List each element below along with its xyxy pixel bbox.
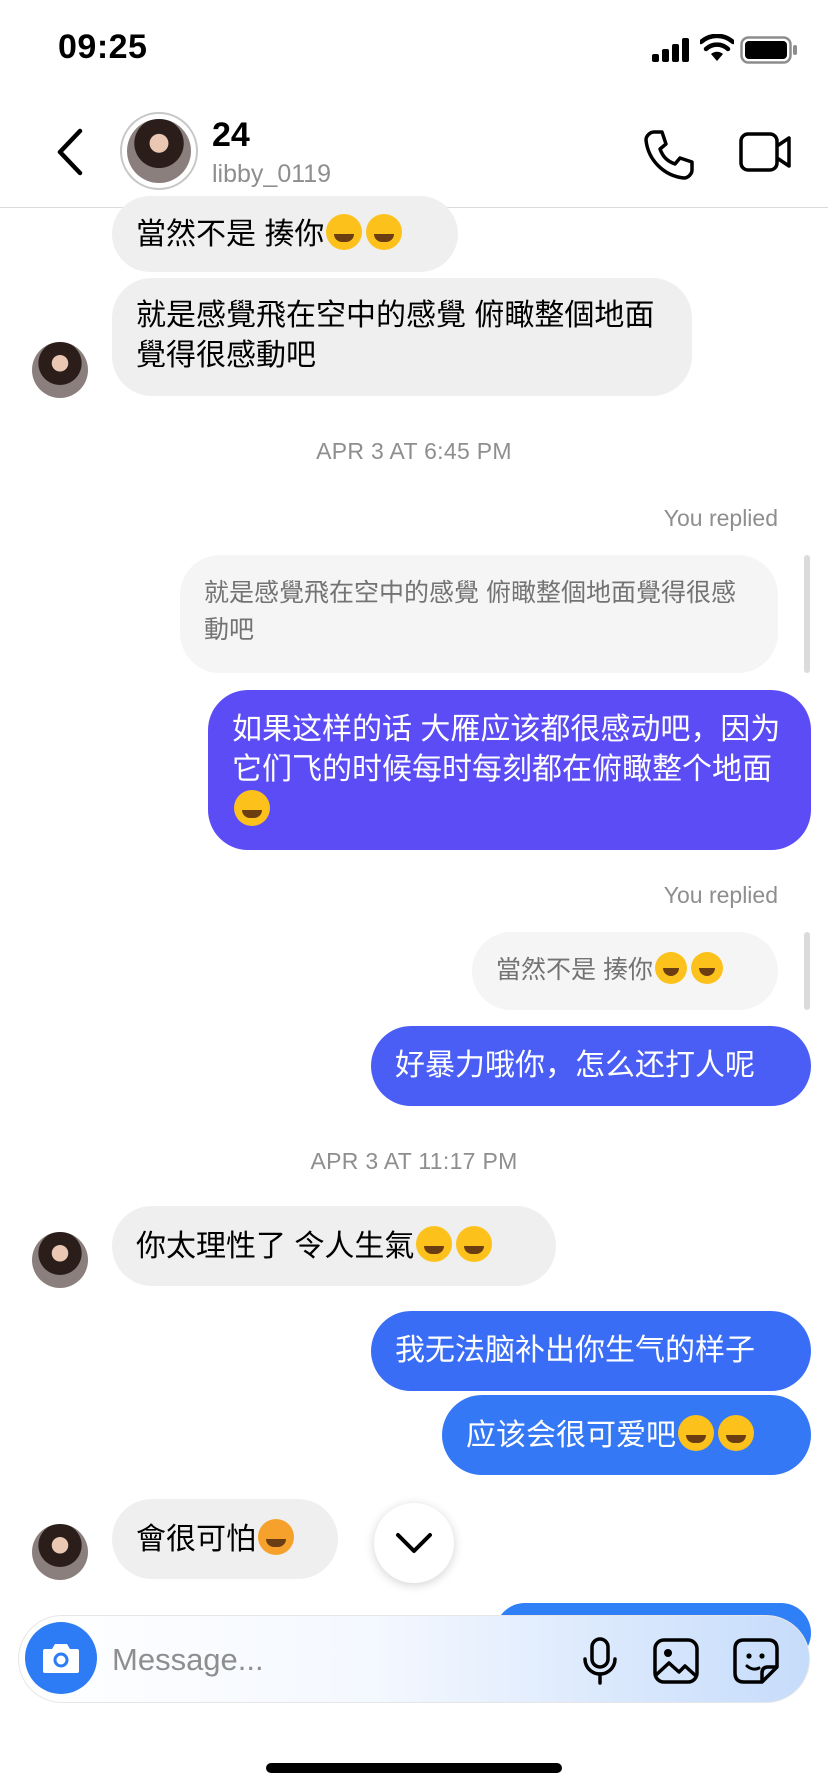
timestamp: APR 3 AT 6:45 PM [316,438,512,464]
contact-avatar[interactable] [120,112,198,190]
video-camera-icon[interactable] [738,124,792,180]
outgoing-message[interactable]: 好暴力哦你，怎么还打人呢 [371,1026,811,1106]
incoming-message[interactable]: 你太理性了 令人生氣 [112,1206,556,1286]
contact-name[interactable]: 24 [212,116,250,155]
microphone-icon[interactable] [580,1636,620,1686]
message-text: 我无法脑补出你生气的样子 [395,1334,755,1367]
signal-icon [652,38,689,62]
incoming-message[interactable]: 當然不是 揍你 [112,196,458,272]
camera-button[interactable] [25,1622,97,1694]
laughing-emoji-icon [366,214,403,250]
laughing-emoji-icon [416,1226,453,1262]
quoted-text: 就是感覺飛在空中的感覺 俯瞰整個地面覺得很感動吧 [204,579,736,644]
angry-emoji-icon [258,1519,294,1555]
contact-handle[interactable]: libby_0119 [212,160,331,189]
message-text: 应该会很可爱吧 [466,1419,676,1452]
message-text: 就是感覺飛在空中的感覺 俯瞰整個地面覺得很感動吧 [136,299,655,372]
sender-avatar[interactable] [32,1232,88,1288]
scroll-to-bottom-button[interactable] [374,1503,454,1583]
incoming-message[interactable]: 會很可怕 [112,1499,338,1579]
message-text: 好暴力哦你，怎么还打人呢 [395,1049,755,1082]
gallery-icon[interactable] [652,1637,700,1685]
quoted-text: 當然不是 揍你 [496,956,653,984]
message-text: 如果这样的话 大雁应该都很感动吧，因为它们飞的时候每时每刻都在俯瞰整个地面 [232,713,781,786]
quote-bar [804,932,810,1010]
home-indicator [266,1763,562,1773]
status-time: 09:25 [58,28,148,66]
laughing-emoji-icon [654,952,687,984]
timestamp: APR 3 AT 11:17 PM [310,1148,518,1174]
message-text: 當然不是 揍你 [136,218,325,251]
camera-icon [43,1644,79,1673]
outgoing-message[interactable]: 应该会很可爱吧 [442,1395,811,1475]
message-input[interactable] [110,1632,534,1688]
incoming-message[interactable]: 就是感覺飛在空中的感覺 俯瞰整個地面覺得很感動吧 [112,278,692,396]
thinking-emoji-icon [234,790,270,826]
message-text: 你太理性了 令人生氣 [136,1230,415,1263]
quoted-message[interactable]: 就是感覺飛在空中的感覺 俯瞰整個地面覺得很感動吧 [180,555,778,673]
avatar-image [127,119,191,183]
outgoing-message[interactable]: 如果这样的话 大雁应该都很感动吧，因为它们飞的时候每时每刻都在俯瞰整个地面 [208,690,811,850]
laughing-emoji-icon [326,214,363,250]
you-replied-label: You replied [663,882,778,908]
hand-over-mouth-emoji-icon [678,1415,714,1451]
outgoing-message[interactable]: 我无法脑补出你生气的样子 [371,1311,811,1391]
sender-avatar[interactable] [32,342,88,398]
wifi-icon [700,34,734,61]
message-text: 會很可怕 [136,1523,256,1556]
sticker-icon[interactable] [732,1637,780,1685]
laughing-emoji-icon [456,1226,493,1262]
hand-over-mouth-emoji-icon [718,1415,754,1451]
quoted-message[interactable]: 當然不是 揍你 [472,932,778,1010]
quote-bar [804,555,810,673]
you-replied-label: You replied [663,505,778,531]
laughing-emoji-icon [690,952,723,984]
battery-icon [740,36,797,64]
back-chevron-icon[interactable] [52,127,92,177]
chevron-down-icon [396,1533,432,1553]
sender-avatar[interactable] [32,1524,88,1580]
phone-icon[interactable] [640,126,696,182]
